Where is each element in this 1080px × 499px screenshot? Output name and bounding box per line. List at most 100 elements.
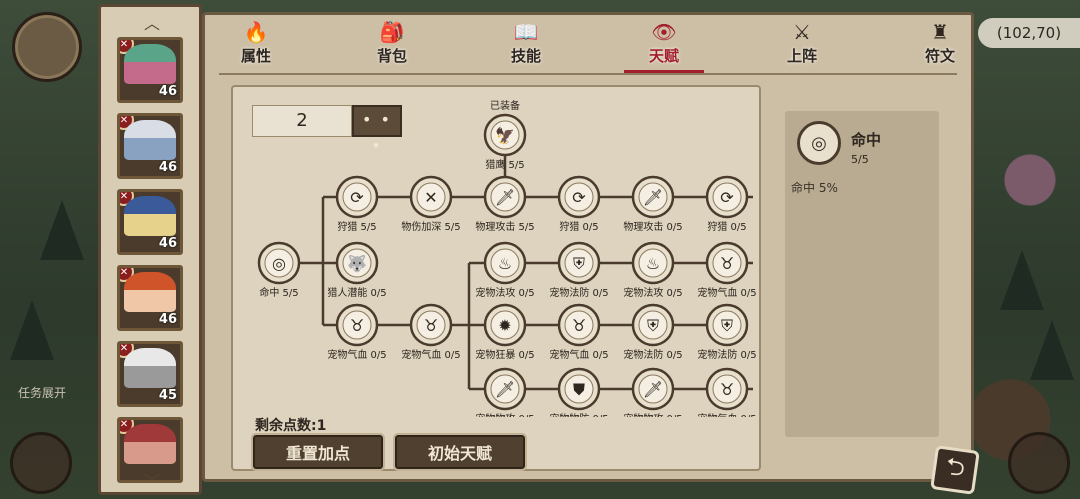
talent-icon: 🗡 — [643, 188, 663, 207]
hero-level: 46 — [158, 160, 177, 175]
talent-icon: ♉ — [572, 316, 586, 335]
scroll-up-icon[interactable]: ︿ — [141, 16, 163, 32]
talent-node-label: 宠物法攻 0/5 — [475, 286, 534, 299]
talent-node-label: 宠物物攻 0/5 — [623, 412, 682, 417]
talent-icon: ⟳ — [720, 188, 734, 207]
map-coordinates: (102,70) — [978, 18, 1080, 48]
talent-node-label: 狩猎 0/5 — [707, 220, 746, 233]
return-icon[interactable]: ⮌ — [930, 445, 980, 495]
hero-portrait — [124, 120, 176, 160]
hero-level: 46 — [158, 84, 177, 99]
tree-decoration — [1030, 320, 1074, 380]
talent-icon: ♉ — [720, 254, 734, 273]
tab-label: 符文 — [924, 47, 955, 65]
talent-node-label: 猎鹰 5/5 — [485, 158, 524, 171]
talent-node-label: 物伤加深 5/5 — [401, 220, 460, 233]
hero-card[interactable]: ✕ 46 — [117, 189, 183, 255]
talent-icon: 🐺 — [347, 254, 367, 273]
hero-level: 46 — [158, 312, 177, 327]
talent-icon: ◎ — [272, 254, 286, 273]
talent-icon: ⛨ — [647, 316, 659, 335]
talent-node-label: 宠物法防 0/5 — [623, 348, 682, 361]
hero-roster[interactable]: ︿ ✕ 46 ✕ 46 ✕ 46 ✕ 46 ✕ 45 ✕ ﹀ — [98, 4, 202, 495]
talent-detail-desc: 命中 5% — [791, 181, 838, 195]
panel-tabs: 🔥 属性 🎒 背包 📖 技能 👁 天赋 ⚔ 上阵 ♜ 符文 — [205, 15, 971, 75]
talent-node-label: 宠物气血 0/5 — [401, 348, 460, 361]
scroll-down-icon[interactable]: ﹀ — [141, 474, 163, 490]
equipped-badge: 已装备 — [490, 99, 520, 112]
bag-icon: 🎒 — [379, 20, 405, 44]
talent-detail-card: ◎ 命中 5/5 命中 5% — [785, 111, 939, 437]
talent-icon: ✹ — [498, 316, 511, 335]
hero-card[interactable]: ✕ 45 — [117, 341, 183, 407]
talent-icon: ⛨ — [573, 254, 585, 273]
tree-decoration — [10, 300, 54, 360]
talent-icon: ♉ — [350, 316, 364, 335]
talent-node-label: 宠物物攻 0/5 — [475, 412, 534, 417]
tab-bag[interactable]: 🎒 背包 — [347, 21, 437, 71]
talent-icon: ♨ — [498, 254, 512, 273]
tab-label: 上阵 — [786, 47, 817, 65]
initial-talent-button[interactable]: 初始天赋 — [393, 433, 527, 471]
more-options-button[interactable]: • • • — [352, 105, 402, 155]
flame-icon: 🔥 — [243, 20, 269, 44]
talent-node-label: 宠物气血 0/5 — [697, 286, 756, 299]
hero-portrait — [124, 272, 176, 312]
talent-page-number[interactable]: 2 — [252, 105, 352, 137]
rune-icon: ♜ — [931, 20, 949, 44]
tab-crossed-swords[interactable]: ⚔ 上阵 — [757, 21, 847, 71]
home-button-icon[interactable] — [1008, 432, 1070, 494]
talent-node-label: 宠物法防 0/5 — [549, 286, 608, 299]
talent-detail-level: 5/5 — [851, 153, 869, 166]
tab-label: 背包 — [376, 47, 407, 65]
skill-button-icon[interactable] — [10, 432, 72, 494]
talent-tree: 🦅 猎鹰 5/5 已装备 ◎ 命中 5/5 ⟳ 狩猎 5/5 ✕ 物伤加深 5/5 🗡 物理攻击 5… — [231, 85, 761, 471]
hero-portrait — [124, 44, 176, 84]
hero-level: 46 — [158, 236, 177, 251]
hero-level: 45 — [158, 388, 177, 403]
talent-icon: 🗡 — [495, 188, 515, 207]
talent-icon: 🦅 — [495, 126, 515, 145]
hero-detail-panel: 🔥 属性 🎒 背包 📖 技能 👁 天赋 ⚔ 上阵 ♜ 符文 🦅 猎鹰 5/5 已装备 ◎ 命中 5/5 ⟳ 狩猎 … — [202, 12, 974, 482]
talent-node-label: 狩猎 5/5 — [337, 220, 376, 233]
tab-rune[interactable]: ♜ 符文 — [895, 21, 985, 71]
talent-node-label: 宠物物防 0/5 — [549, 412, 608, 417]
talent-icon: ♨ — [646, 254, 660, 273]
talent-icon: ♉ — [720, 380, 734, 399]
reset-points-button[interactable]: 重置加点 — [251, 433, 385, 471]
book-icon: 📖 — [513, 20, 539, 44]
tab-flame[interactable]: 🔥 属性 — [211, 21, 301, 71]
talent-node-label: 宠物气血 0/5 — [549, 348, 608, 361]
talent-node-label: 命中 5/5 — [259, 286, 298, 299]
talent-icon: 🗡 — [495, 380, 515, 399]
talent-node-label: 宠物狂暴 0/5 — [475, 348, 534, 361]
talent-node-label: 宠物气血 0/5 — [697, 412, 756, 417]
talent-node-label: 宠物法攻 0/5 — [623, 286, 682, 299]
talent-icon: ⛨ — [721, 316, 733, 335]
talent-node-label: 宠物气血 0/5 — [327, 348, 386, 361]
tab-label: 技能 — [510, 47, 541, 65]
target-icon: ◎ — [797, 121, 841, 165]
talent-icon: ⟳ — [350, 188, 364, 207]
crossed-swords-icon: ⚔ — [793, 20, 811, 44]
talent-node-label: 猎人潜能 0/5 — [327, 286, 386, 299]
talent-node-label: 物理攻击 0/5 — [623, 220, 682, 233]
tab-label: 属性 — [240, 47, 271, 65]
tab-eye[interactable]: 👁 天赋 — [619, 20, 709, 73]
talent-icon: ⟳ — [572, 188, 586, 207]
tab-book[interactable]: 📖 技能 — [481, 21, 571, 71]
player-avatar[interactable] — [12, 12, 82, 82]
tree-decoration — [40, 200, 84, 260]
hero-card[interactable]: ✕ 46 — [117, 37, 183, 103]
talent-node-label: 物理攻击 5/5 — [475, 220, 534, 233]
hero-portrait — [124, 196, 176, 236]
eye-icon: 👁 — [651, 20, 677, 44]
hero-card[interactable]: ✕ 46 — [117, 265, 183, 331]
hero-portrait — [124, 348, 176, 388]
talent-icon: 🗡 — [643, 380, 663, 399]
talent-page-stepper[interactable]: 2 • • • — [252, 105, 402, 155]
talent-icon: ⛊ — [573, 380, 585, 399]
hero-card[interactable]: ✕ 46 — [117, 113, 183, 179]
talent-node-label: 宠物法防 0/5 — [697, 348, 756, 361]
task-toggle[interactable]: 任务展开 — [18, 384, 66, 401]
